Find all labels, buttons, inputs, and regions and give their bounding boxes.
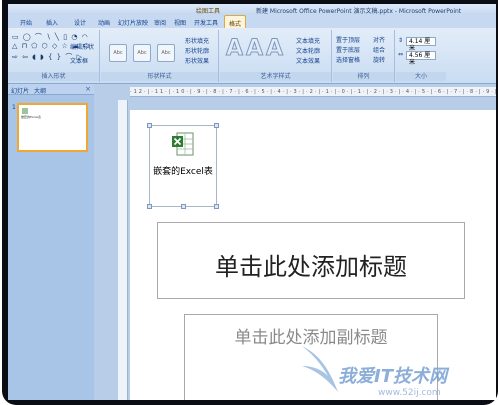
window-title: 新建 Microsoft Office PowerPoint 演示文稿.pptx… [256, 8, 462, 15]
shapes-gallery-row-1[interactable]: ▭ ◯ ⌒ ∖ ╲ ▯ ◔ ◠ [12, 32, 89, 42]
shape-style-2[interactable]: Abc [133, 44, 151, 62]
title-placeholder-text: 单击此处添加标题 [215, 253, 407, 281]
wordart-style-2[interactable]: A [245, 36, 263, 62]
shape-effects-button[interactable]: 形状效果 [185, 56, 209, 65]
shape-style-3[interactable]: Abc [157, 44, 175, 62]
tab-slideshow[interactable]: 幻灯片放映 [118, 18, 148, 27]
selection-pane-button[interactable]: 选择窗格 [336, 55, 360, 64]
width-icon: ⇔ [398, 51, 404, 58]
context-tab-label: 绘图工具 [196, 8, 221, 15]
edit-shape-button[interactable]: 编辑形状 [70, 42, 94, 51]
shape-styles-label: 形状样式 [101, 72, 218, 81]
slides-pane: 幻灯片 大纲 × 1 嵌套的Excel表 [8, 84, 94, 400]
rotate-button[interactable]: 旋转 [373, 55, 385, 64]
horizontal-ruler: ·12·|·11·|·10·|·9·|·8·|·7·|·6·|·5·|·4·|·… [130, 87, 496, 97]
tab-insert[interactable]: 插入 [46, 18, 58, 27]
powerpoint-window: 绘图工具 新建 Microsoft Office PowerPoint 演示文稿… [8, 4, 496, 400]
screenshot-frame: 绘图工具 新建 Microsoft Office PowerPoint 演示文稿… [0, 0, 500, 405]
slide-thumbnail[interactable]: 嵌套的Excel表 [17, 103, 88, 152]
watermark-text: 我爱IT技术网 [338, 366, 447, 387]
size-group: ⇕ 4.14 厘米 ⇔ 4.56 厘米 大小 [396, 30, 446, 82]
ribbon: ▭ ◯ ⌒ ∖ ╲ ▯ ◔ ◠ △ ⊓ ⬠ ⬡ ◇ ☆ ☁ ⬭ ⇨ ⇦ ◖ ◗ … [8, 28, 496, 84]
textbox-button[interactable]: 文本框 [70, 56, 88, 65]
shape-fill-button[interactable]: 形状填充 [185, 36, 209, 45]
ribbon-tabs: 开始 插入 设计 动画 幻灯片放映 审阅 视图 开发工具 格式 [8, 15, 496, 28]
wordart-styles-group: A A A 文本填充 文本轮廓 文本效果 艺术字样式 [220, 30, 332, 82]
resize-handle-top-left[interactable] [147, 123, 152, 128]
insert-shapes-label: 插入形状 [8, 72, 99, 81]
wordart-style-1[interactable]: A [225, 36, 243, 62]
size-label: 大小 [396, 72, 446, 81]
tab-design[interactable]: 设计 [74, 18, 86, 27]
align-button[interactable]: 对齐 [373, 35, 385, 44]
resize-handle-bottom-right[interactable] [214, 204, 219, 209]
close-icon[interactable]: × [85, 85, 91, 93]
bring-to-front-button[interactable]: 置于顶层 [336, 35, 360, 44]
embedded-object-label: 嵌套的Excel表 [153, 167, 213, 177]
shape-style-1[interactable]: Abc [109, 44, 127, 62]
embedded-excel-object[interactable]: 嵌套的Excel表 [147, 123, 219, 209]
wordart-style-3[interactable]: A [265, 36, 283, 62]
tab-format[interactable]: 格式 [224, 15, 247, 28]
send-to-back-button[interactable]: 置于底层 [336, 45, 360, 54]
shape-outline-button[interactable]: 形状轮廓 [185, 46, 209, 55]
pane-tabs: 幻灯片 大纲 × [8, 84, 94, 95]
vertical-ruler [118, 100, 128, 400]
shape-height-input[interactable]: 4.14 厘米 [406, 37, 436, 52]
insert-shapes-group: ▭ ◯ ⌒ ∖ ╲ ▯ ◔ ◠ △ ⊓ ⬠ ⬡ ◇ ☆ ☁ ⬭ ⇨ ⇦ ◖ ◗ … [8, 30, 100, 82]
tab-home[interactable]: 开始 [20, 18, 32, 27]
tab-animations[interactable]: 动画 [98, 18, 110, 27]
resize-handle-bottom-left[interactable] [147, 204, 152, 209]
tab-view[interactable]: 视图 [174, 18, 186, 27]
tab-outline[interactable]: 大纲 [34, 86, 46, 95]
tab-review[interactable]: 审阅 [154, 18, 166, 27]
thumbnail-excel-icon [22, 108, 28, 114]
resize-handle-top-right[interactable] [214, 123, 219, 128]
title-placeholder[interactable]: 单击此处添加标题 [157, 222, 465, 299]
title-bar: 绘图工具 新建 Microsoft Office PowerPoint 演示文稿… [8, 4, 496, 15]
thumbnail-label: 嵌套的Excel表 [21, 115, 41, 119]
site-watermark: 我爱IT技术网 www.52ij.com [298, 340, 496, 400]
arrange-group: 置于顶层 置于底层 选择窗格 对齐 组合 旋转 排列 [333, 30, 395, 82]
tab-developer[interactable]: 开发工具 [194, 18, 218, 27]
arrange-label: 排列 [333, 72, 394, 81]
slide-number: 1 [12, 104, 16, 111]
excel-icon [172, 132, 194, 156]
group-button[interactable]: 组合 [373, 45, 385, 54]
shape-width-input[interactable]: 4.56 厘米 [406, 51, 436, 66]
text-effects-button[interactable]: 文本效果 [296, 56, 320, 65]
wordart-styles-label: 艺术字样式 [220, 72, 331, 81]
text-outline-button[interactable]: 文本轮廓 [296, 46, 320, 55]
text-fill-button[interactable]: 文本填充 [296, 36, 320, 45]
monitor-bezel: 绘图工具 新建 Microsoft Office PowerPoint 演示文稿… [2, 0, 498, 405]
watermark-url: www.52ij.com [378, 388, 441, 398]
resize-handle-bottom[interactable] [181, 204, 186, 209]
shape-styles-group: Abc Abc Abc 形状填充 形状轮廓 形状效果 形状样式 [101, 30, 219, 82]
height-icon: ⇕ [398, 37, 404, 44]
tab-slides[interactable]: 幻灯片 [11, 86, 29, 95]
